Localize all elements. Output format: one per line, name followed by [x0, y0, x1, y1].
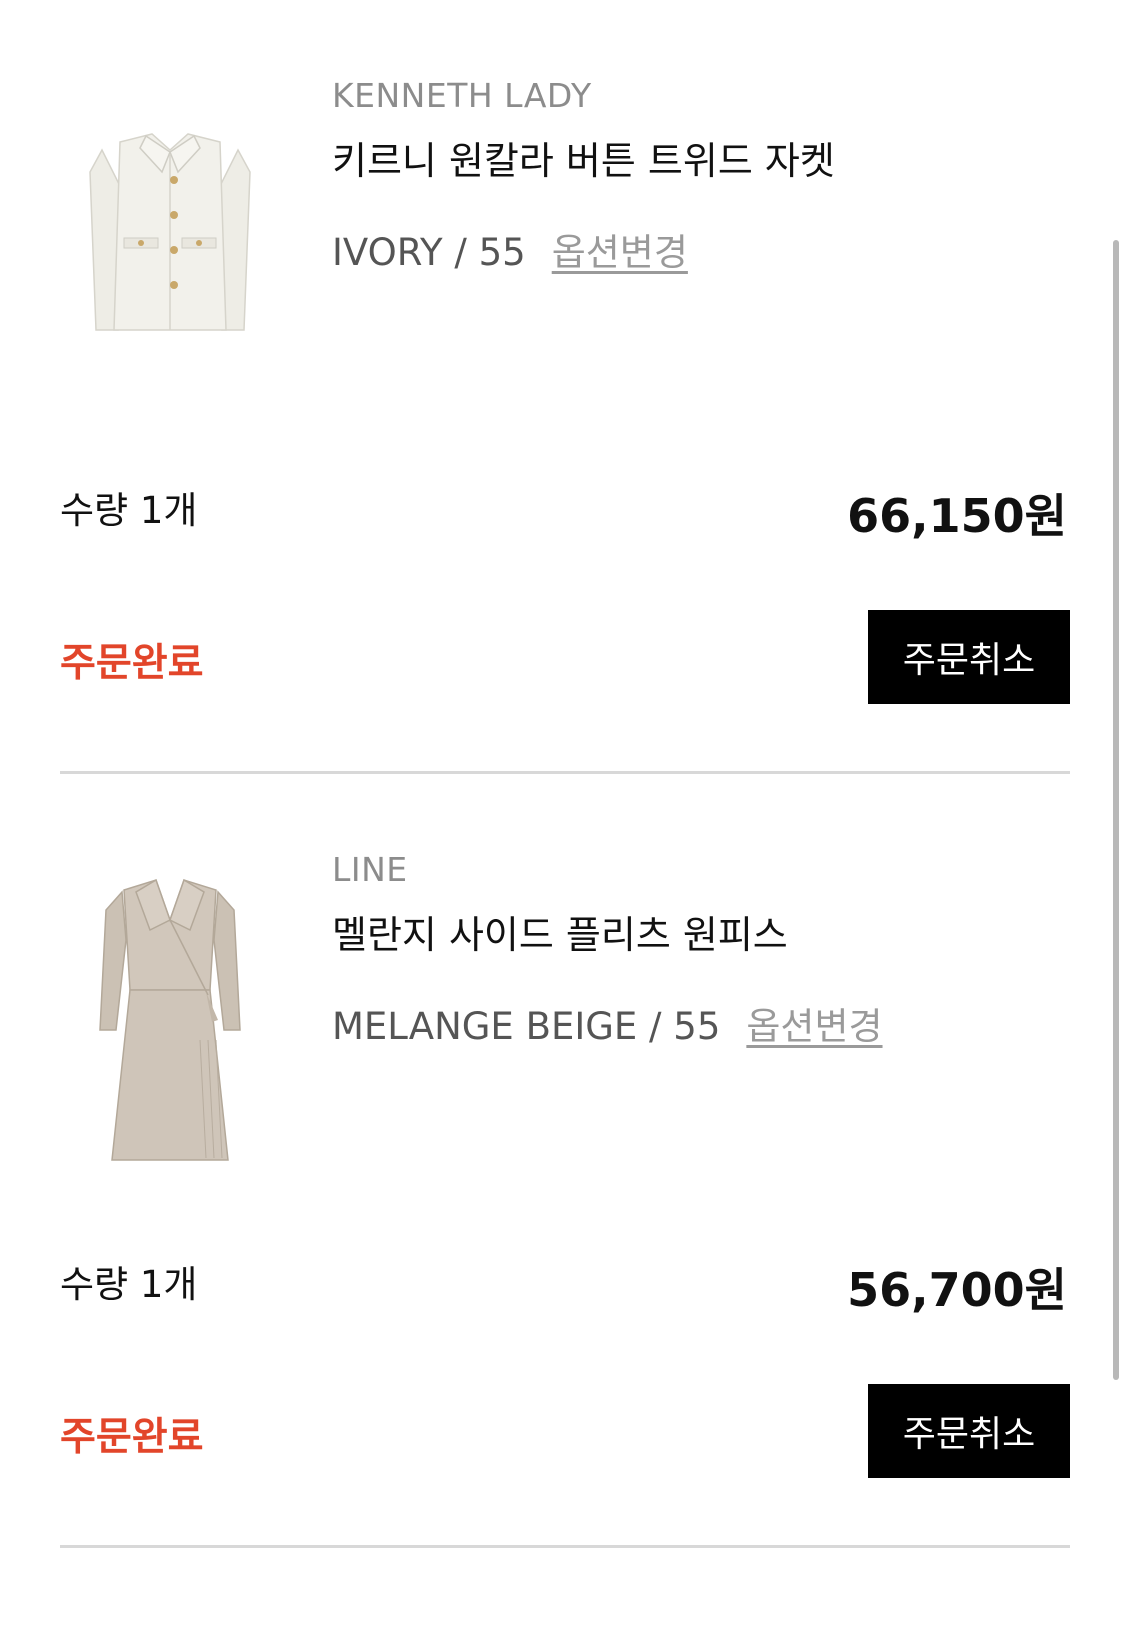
product-image-dress[interactable] — [60, 870, 280, 1170]
quantity-label: 수량 1개 — [60, 489, 198, 532]
scrollbar[interactable] — [1113, 240, 1119, 1380]
product-option: MELANGE BEIGE / 55 옵션변경 — [332, 996, 883, 1050]
option-change-link[interactable]: 옵션변경 — [746, 1005, 882, 1048]
brand-name: LINE — [332, 850, 408, 889]
product-option: IVORY / 55 옵션변경 — [332, 222, 688, 276]
option-value: IVORY / 55 — [332, 231, 526, 274]
option-change-link[interactable]: 옵션변경 — [552, 231, 688, 274]
order-item: KENNETH LADY 키르니 원칼라 버튼 트위드 자켓 IVORY / 5… — [0, 0, 1125, 806]
brand-name: KENNETH LADY — [332, 76, 592, 115]
quantity-label: 수량 1개 — [60, 1263, 198, 1306]
product-name[interactable]: 키르니 원칼라 버튼 트위드 자켓 — [332, 130, 835, 185]
product-name[interactable]: 멜란지 사이드 플리츠 원피스 — [332, 904, 788, 959]
order-item: LINE 멜란지 사이드 플리츠 원피스 MELANGE BEIGE / 55 옵… — [0, 774, 1125, 1580]
cancel-order-button[interactable]: 주문취소 — [868, 610, 1070, 704]
order-status: 주문완료 — [60, 1415, 204, 1460]
price-value: 56,700원 — [847, 1263, 1067, 1317]
product-image-jacket[interactable] — [60, 120, 280, 420]
option-value: MELANGE BEIGE / 55 — [332, 1005, 721, 1048]
order-status: 주문완료 — [60, 641, 204, 686]
section-divider — [60, 1545, 1070, 1548]
price-value: 66,150원 — [847, 489, 1067, 543]
cancel-order-button[interactable]: 주문취소 — [868, 1384, 1070, 1478]
